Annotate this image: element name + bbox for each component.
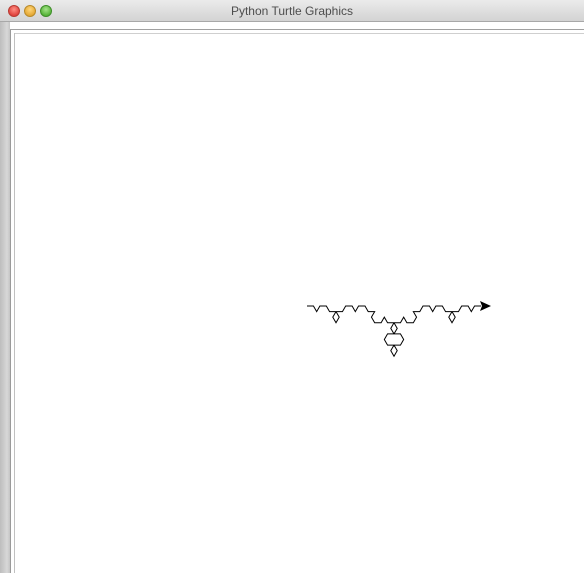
turtle-drawing <box>307 301 491 358</box>
koch-curve <box>307 305 481 358</box>
turtle-window: Python Turtle Graphics <box>0 0 584 573</box>
drawing-canvas[interactable] <box>15 34 584 573</box>
turtle-arrow-icon <box>480 301 491 311</box>
frame-divider-left <box>10 30 11 573</box>
title-bar[interactable]: Python Turtle Graphics <box>0 0 584 22</box>
frame-divider <box>10 29 584 30</box>
window-side-frame <box>0 22 10 573</box>
window-title: Python Turtle Graphics <box>230 4 354 18</box>
